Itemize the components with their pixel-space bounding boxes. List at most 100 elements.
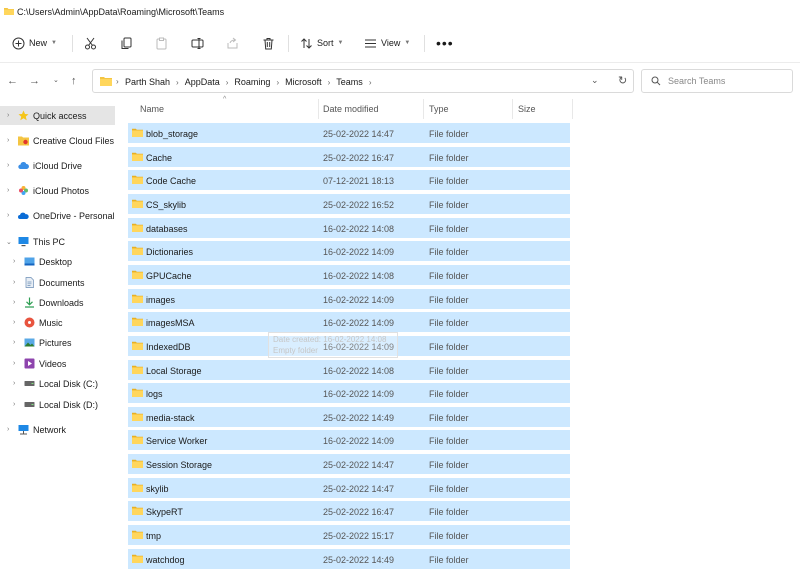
forward-arrow-icon[interactable]: → (29, 76, 40, 87)
expand-chevron-icon[interactable]: › (13, 299, 15, 306)
table-row[interactable]: SkypeRT 25-02-2022 16:47 File folder (128, 501, 570, 522)
file-date-modified: 16-02-2022 14:08 (323, 223, 395, 234)
column-divider[interactable] (318, 99, 319, 119)
table-row[interactable]: GPUCache 16-02-2022 14:08 File folder (128, 264, 570, 285)
column-divider[interactable] (572, 99, 573, 119)
expand-chevron-icon[interactable]: › (13, 258, 15, 265)
sidebar-item-label: OneDrive - Personal (33, 210, 115, 221)
sort-ascending-icon: ^ (223, 96, 227, 103)
table-row[interactable]: Dictionaries 16-02-2022 14:09 File folder (128, 241, 570, 262)
sidebar-item-pictures[interactable]: › Pictures (0, 333, 115, 352)
table-row[interactable]: Code Cache 07-12-2021 18:13 File folder (128, 170, 570, 191)
sort-button[interactable]: Sort ▼ (300, 31, 343, 55)
table-row[interactable]: databases 16-02-2022 14:08 File folder (128, 217, 570, 238)
delete-button[interactable] (262, 31, 275, 55)
rename-button[interactable] (191, 31, 204, 55)
table-row[interactable]: imagesMSA 16-02-2022 14:09 File folder (128, 312, 570, 333)
breadcrumb-item-teams[interactable]: Teams (336, 77, 363, 87)
sidebar-item-label: Desktop (39, 256, 73, 267)
sidebar-item-onedrive-personal[interactable]: › OneDrive - Personal (0, 206, 115, 225)
sidebar-item-local-disk-c[interactable]: › Local Disk (C:) (0, 374, 115, 393)
pictures-icon (24, 338, 35, 347)
music-icon (24, 317, 35, 328)
table-row[interactable]: tmp 25-02-2022 15:17 File folder (128, 525, 570, 546)
file-name: GPUCache (146, 270, 192, 281)
expand-chevron-icon[interactable]: › (13, 339, 15, 346)
table-row[interactable]: skylib 25-02-2022 14:47 File folder (128, 477, 570, 498)
sidebar-item-quick-access[interactable]: › Quick access (0, 106, 115, 125)
expand-chevron-icon[interactable]: › (7, 162, 9, 169)
table-row[interactable]: logs 16-02-2022 14:09 File folder (128, 383, 570, 404)
column-header-name[interactable]: Name (140, 104, 164, 114)
copy-button[interactable] (120, 31, 133, 55)
sort-label: Sort (317, 38, 334, 48)
breadcrumb-item-roaming[interactable]: Roaming (234, 77, 270, 87)
expand-chevron-icon[interactable]: › (13, 319, 15, 326)
sidebar-item-label: Videos (39, 358, 67, 369)
refresh-icon[interactable]: ↻ (618, 74, 627, 87)
window-title: C:\Users\Admin\AppData\Roaming\Microsoft… (17, 7, 225, 17)
expand-chevron-icon[interactable]: › (13, 401, 15, 408)
sidebar-item-network[interactable]: › Network (0, 420, 115, 439)
expand-chevron-icon[interactable]: › (7, 112, 9, 119)
sidebar-item-documents[interactable]: › Documents (0, 273, 115, 292)
breadcrumb-item-appdata[interactable]: AppData (185, 77, 220, 87)
command-bar: New ▼ Sort ▼ View ▼ ••• (0, 25, 800, 62)
column-divider[interactable] (423, 99, 424, 119)
breadcrumb-item-parth-shah[interactable]: Parth Shah (125, 77, 170, 87)
expand-chevron-icon[interactable]: › (7, 187, 9, 194)
folder-icon (132, 199, 143, 208)
share-button[interactable] (226, 31, 239, 55)
address-field[interactable]: › Parth Shah › AppData › Roaming › Micro… (92, 69, 634, 93)
table-row[interactable]: Session Storage 25-02-2022 14:47 File fold… (128, 454, 570, 475)
sidebar-item-desktop[interactable]: › Desktop (0, 252, 115, 271)
table-row[interactable]: CS_skylib 25-02-2022 16:52 File folder (128, 193, 570, 214)
chevron-down-icon: ▼ (404, 40, 411, 46)
sidebar-item-downloads[interactable]: › Downloads (0, 293, 115, 312)
sidebar-item-videos[interactable]: › Videos (0, 354, 115, 373)
expand-chevron-icon[interactable]: › (7, 212, 9, 219)
network-icon (18, 425, 29, 435)
sidebar-item-this-pc[interactable]: ⌄ This PC (0, 232, 115, 251)
sidebar-item-icloud-drive[interactable]: › iCloud Drive (0, 156, 115, 175)
address-dropdown-chevron-icon[interactable]: ⌄ (591, 75, 599, 86)
up-arrow-icon[interactable]: ↑ (71, 76, 77, 87)
table-row[interactable]: media-stack 25-02-2022 14:49 File folder (128, 406, 570, 427)
sidebar-item-creative-cloud-files[interactable]: › Creative Cloud Files (0, 131, 115, 150)
plus-circle-icon (12, 37, 25, 49)
new-button[interactable]: New ▼ (12, 31, 57, 55)
table-row[interactable]: blob_storage 25-02-2022 14:47 File folder (128, 123, 570, 143)
sidebar-item-music[interactable]: › Music (0, 313, 115, 332)
back-arrow-icon[interactable]: ← (7, 76, 18, 87)
column-header-type[interactable]: Type (429, 104, 449, 114)
expand-chevron-icon[interactable]: › (7, 137, 9, 144)
paste-button[interactable] (155, 31, 168, 55)
table-row[interactable]: Service Worker 16-02-2022 14:09 File folde… (128, 430, 570, 451)
column-header-date-modified[interactable]: Date modified (323, 104, 379, 114)
column-divider[interactable] (512, 99, 513, 119)
more-options-icon[interactable]: ••• (436, 31, 454, 55)
collapse-chevron-icon[interactable]: ⌄ (6, 238, 12, 246)
sidebar-item-label: Pictures (39, 337, 72, 348)
expand-chevron-icon[interactable]: › (13, 279, 15, 286)
breadcrumb-item-microsoft[interactable]: Microsoft (285, 77, 322, 87)
expand-chevron-icon[interactable]: › (13, 360, 15, 367)
recent-locations-chevron-icon[interactable]: ⌄ (53, 76, 59, 86)
folder-icon (132, 223, 143, 232)
file-date-modified: 25-02-2022 14:49 (323, 412, 395, 423)
table-row[interactable]: watchdog 25-02-2022 14:49 File folder (128, 548, 570, 569)
sidebar-item-icloud-photos[interactable]: › iCloud Photos (0, 181, 115, 200)
file-date-modified: 25-02-2022 15:17 (323, 531, 395, 542)
expand-chevron-icon[interactable]: › (13, 380, 15, 387)
expand-chevron-icon[interactable]: › (7, 426, 9, 433)
search-input[interactable] (668, 74, 786, 88)
file-date-modified: 25-02-2022 16:47 (323, 152, 395, 163)
table-row[interactable]: Local Storage 16-02-2022 14:08 File folder (128, 359, 570, 380)
table-row[interactable]: images 16-02-2022 14:09 File folder (128, 288, 570, 309)
cut-button[interactable] (84, 31, 97, 55)
file-date-modified: 25-02-2022 14:49 (323, 554, 395, 565)
view-button[interactable]: View ▼ (364, 31, 410, 55)
table-row[interactable]: Cache 25-02-2022 16:47 File folder (128, 146, 570, 167)
sidebar-item-local-disk-d[interactable]: › Local Disk (D:) (0, 395, 115, 414)
column-header-size[interactable]: Size (518, 104, 536, 114)
